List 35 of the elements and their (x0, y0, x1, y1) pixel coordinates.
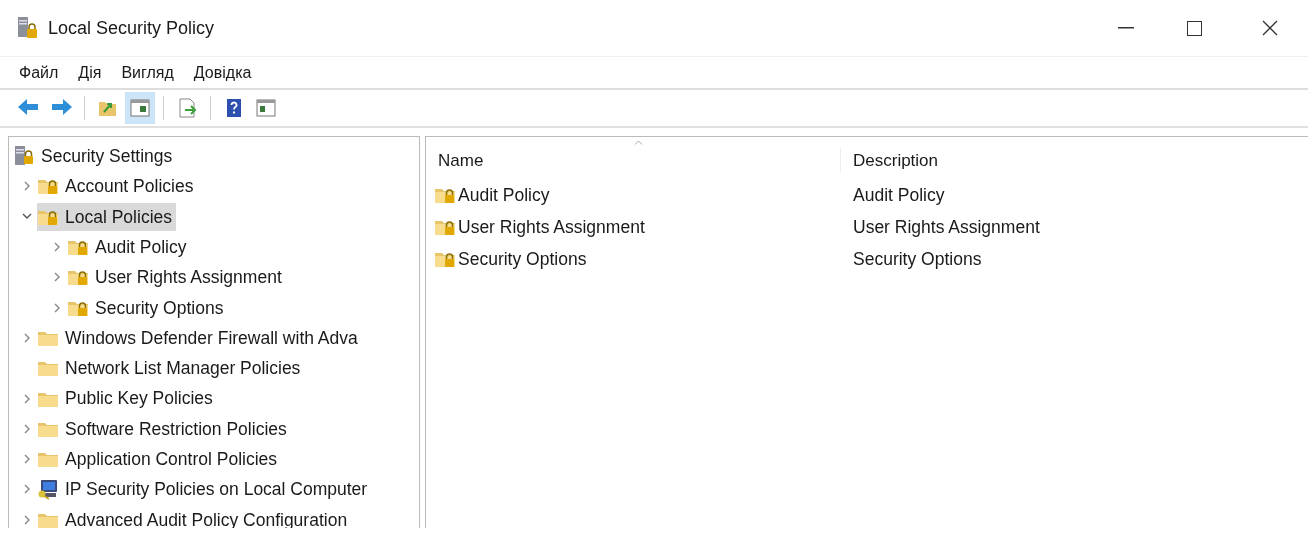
tree-item[interactable]: Security Options (67, 293, 228, 322)
list-item[interactable]: User Rights Assignment (458, 213, 645, 241)
server-lock-icon (13, 145, 35, 168)
tree-item[interactable]: Security Settings (13, 142, 177, 171)
menu-item[interactable]: Довідка (184, 58, 261, 87)
tree-item[interactable]: Local Policies (37, 202, 176, 231)
table-cell-text: Audit Policy (853, 183, 945, 207)
computer-key-icon (37, 478, 59, 501)
window-title: Local Security Policy (48, 16, 215, 40)
tree-item[interactable]: Audit Policy (67, 233, 191, 262)
panel-icon (254, 96, 278, 120)
tree-item[interactable]: IP Security Policies on Local Computer (37, 475, 372, 504)
list-item[interactable]: Security Options (458, 245, 587, 273)
maximize-icon (1186, 20, 1202, 36)
server-lock-icon (16, 16, 38, 40)
column-header[interactable]: Name (426, 147, 841, 173)
menu-item[interactable]: Файл (10, 58, 68, 87)
tree-item[interactable]: Software Restriction Policies (37, 414, 291, 443)
list-item[interactable]: Audit Policy (458, 181, 550, 209)
panel-icon (128, 96, 152, 120)
menu-item[interactable]: Дія (69, 58, 111, 87)
sort-caret-icon (634, 140, 643, 145)
table-cell-text: User Rights Assignment (853, 215, 1040, 239)
tree-item[interactable]: Account Policies (37, 172, 198, 201)
toolbar-button[interactable] (125, 92, 155, 124)
tree-item[interactable]: User Rights Assignment (67, 263, 286, 292)
menu-item[interactable]: Вигляд (112, 58, 183, 87)
tree-item[interactable]: Windows Defender Firewall with Adva (37, 323, 362, 352)
table-cell-text: Security Options (853, 247, 982, 271)
tree-item[interactable]: Public Key Policies (37, 384, 217, 413)
minimize-icon (1118, 27, 1134, 29)
tree-item[interactable]: Application Control Policies (37, 445, 282, 474)
close-icon (1262, 20, 1278, 36)
tree-item[interactable]: Network List Manager Policies (37, 354, 305, 383)
column-header[interactable]: Description (841, 147, 1308, 173)
